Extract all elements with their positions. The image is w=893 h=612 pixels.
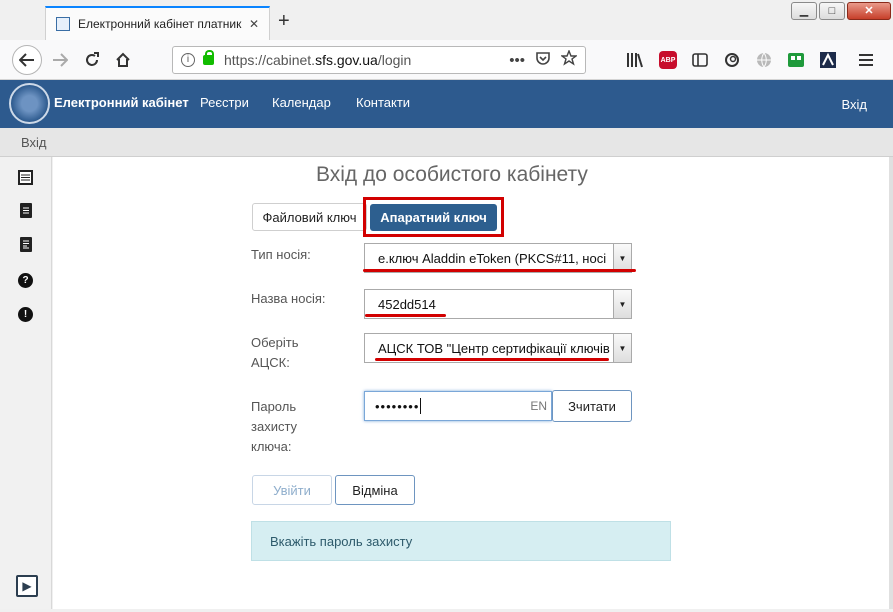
document-list-icon[interactable] [20,237,32,252]
back-button[interactable] [12,45,42,75]
acsk-value: АЦСК ТОВ "Центр сертифікації ключів [378,340,610,356]
window-controls: ▁ □ ✕ [789,2,891,20]
password-input[interactable]: •••••••• EN [364,391,552,421]
warning-icon[interactable]: ! [18,307,33,322]
globe-icon[interactable] [756,51,772,69]
address-bar[interactable]: i https://cabinet.sfs.gov.ua/login ••• [172,46,586,74]
chevron-down-icon[interactable]: ▼ [613,290,631,318]
tab-strip: Електронний кабінет платник ✕ + ▁ □ ✕ [0,0,893,40]
site-logo-icon[interactable] [9,83,50,124]
cancel-button[interactable]: Відміна [335,475,415,505]
media-type-value: е.ключ Aladdin eToken (PKCS#11, носі [378,250,607,266]
lock-icon[interactable] [203,50,214,65]
page-actions-icon[interactable]: ••• [509,52,525,69]
info-icon[interactable]: i [181,53,195,67]
media-name-underline [365,314,446,317]
input-language-indicator: EN [530,399,547,413]
site-header: Електронний кабінет Реєстри Календар Кон… [0,80,893,128]
extension-dark-icon[interactable] [819,51,837,69]
hint-alert: Вкажіть пароль захисту [251,521,671,561]
arrow-right-icon [53,53,68,67]
media-type-underline [363,269,636,272]
pocket-icon[interactable] [535,51,551,70]
bookmark-star-icon[interactable] [559,49,579,70]
hamburger-menu-icon[interactable] [858,51,874,69]
media-name-value: 452dd514 [378,296,436,312]
adblock-icon[interactable]: ABP [659,51,677,69]
login-button[interactable]: Увійти [252,475,332,505]
login-panel: Вхід до особистого кабінету Файловий клю… [53,157,890,609]
menu-item-contacts[interactable]: Контакти [356,95,410,110]
chevron-down-icon[interactable]: ▼ [613,244,631,272]
arrow-left-icon [19,53,34,67]
header-login-link[interactable]: Вхід [842,97,868,112]
navigation-bar: i https://cabinet.sfs.gov.ua/login ••• A… [0,40,893,80]
reload-button[interactable] [80,48,104,72]
forward-button[interactable] [48,48,72,72]
chevron-down-icon[interactable]: ▼ [613,334,631,362]
home-icon [116,52,130,67]
home-button[interactable] [111,48,135,72]
left-sidebar: ? ! ▶ [0,157,52,609]
read-key-button[interactable]: Зчитати [552,390,632,422]
breadcrumb: Вхід [0,128,893,157]
library-icon[interactable] [626,51,644,69]
media-name-label: Назва носія: [251,291,326,306]
tab-file-key[interactable]: Файловий ключ [252,203,367,231]
browser-window: Електронний кабінет платник ✕ + ▁ □ ✕ i … [0,0,893,612]
registry-icon[interactable] [18,170,33,185]
browser-tab[interactable]: Електронний кабінет платник ✕ [45,6,270,40]
help-icon[interactable]: ? [18,273,33,288]
url-text: https://cabinet.sfs.gov.ua/login [224,52,412,68]
document-icon[interactable] [20,203,32,218]
sidebar-toggle-icon[interactable] [692,51,708,69]
site-brand[interactable]: Електронний кабінет [54,95,189,110]
close-window-button[interactable]: ✕ [847,2,891,20]
page-title: Вхід до особистого кабінету [316,163,588,186]
play-icon[interactable]: ▶ [16,575,38,597]
minimize-button[interactable]: ▁ [791,2,817,20]
tab-hardware-key[interactable]: Апаратний ключ [370,204,497,231]
extension-circle-icon[interactable] [724,51,740,69]
scrollbar[interactable] [889,157,893,609]
reload-icon [86,52,99,66]
tab-title: Електронний кабінет платник [78,17,242,31]
text-caret [420,398,422,414]
menu-item-registries[interactable]: Реєстри [200,95,249,110]
tab-close-icon[interactable]: ✕ [249,17,259,31]
new-tab-button[interactable]: + [278,10,290,33]
media-type-label: Тип носія: [251,247,311,262]
page-favicon-icon [56,17,70,31]
acsk-label: Оберіть АЦСК: [251,335,299,370]
password-value: •••••••• [375,398,420,414]
acsk-underline [375,358,609,361]
menu-item-calendar[interactable]: Календар [272,95,331,110]
maximize-button[interactable]: □ [819,2,845,20]
extension-green-icon[interactable] [787,51,805,69]
password-label: Пароль захисту ключа: [251,399,298,454]
